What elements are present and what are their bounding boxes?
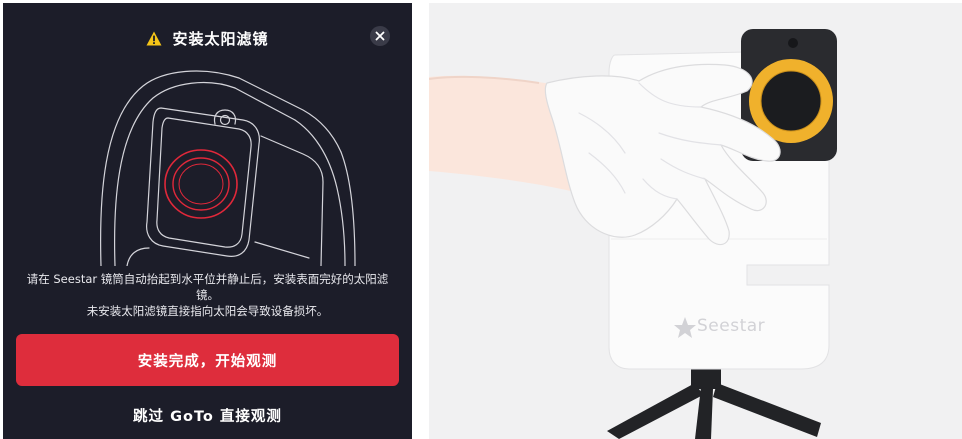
solar-filter-dialog: 安装太阳滤镜 请在 Seestar 镜筒自动抬起到水平位并静止后，安装表面完好的… bbox=[3, 3, 412, 439]
close-icon bbox=[375, 31, 385, 41]
close-button[interactable] bbox=[370, 26, 390, 46]
brand-label: Seestar bbox=[697, 316, 765, 336]
warning-note: 未安装太阳滤镜直接指向太阳会导致设备损坏。 bbox=[86, 304, 329, 318]
screen: 安装太阳滤镜 请在 Seestar 镜筒自动抬起到水平位并静止后，安装表面完好的… bbox=[0, 0, 962, 439]
instruction-step: 请在 Seestar 镜筒自动抬起到水平位并静止后，安装表面完好的太阳滤镜。 bbox=[26, 272, 389, 302]
dialog-title: 安装太阳滤镜 bbox=[172, 29, 269, 48]
skip-goto-button[interactable]: 跳过 GoTo 直接观测 bbox=[3, 403, 412, 427]
dialog-header: 安装太阳滤镜 bbox=[3, 25, 412, 51]
gloved-hand-installing-filter-image: Seestar bbox=[429, 3, 962, 439]
instruction-text: 请在 Seestar 镜筒自动抬起到水平位并静止后，安装表面完好的太阳滤镜。 未… bbox=[17, 271, 398, 319]
start-observing-button[interactable]: 安装完成，开始观测 bbox=[16, 334, 399, 386]
product-photo: Seestar bbox=[429, 3, 962, 439]
filter-installation-illustration bbox=[99, 70, 356, 266]
warning-icon bbox=[146, 31, 162, 45]
